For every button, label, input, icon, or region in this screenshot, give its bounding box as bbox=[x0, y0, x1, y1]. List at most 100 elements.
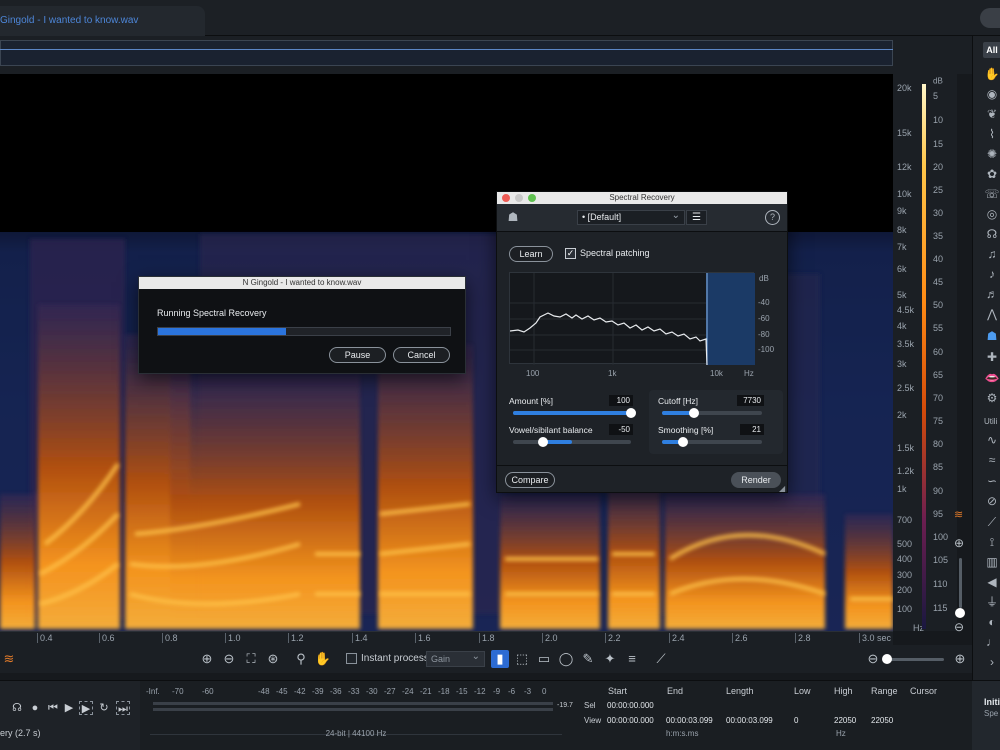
phase-icon[interactable]: ◐ bbox=[984, 614, 1000, 630]
view-end-value[interactable]: 00:00:03.099 bbox=[666, 716, 713, 725]
waveform-overview[interactable] bbox=[0, 36, 972, 74]
zoom-in-icon[interactable]: ⊕ bbox=[954, 536, 964, 550]
gain-icon[interactable]: ⟟ bbox=[984, 534, 1000, 550]
close-window-button[interactable] bbox=[502, 194, 510, 202]
guitar-de-noise-icon[interactable]: ♫ bbox=[984, 246, 1000, 262]
render-button[interactable]: Render bbox=[731, 472, 781, 488]
window-control-button[interactable] bbox=[980, 8, 1000, 28]
waveform-spectrogram-toggle-icon[interactable]: ≋ bbox=[0, 650, 18, 668]
low-value[interactable]: 0 bbox=[794, 716, 798, 725]
zoom-out-icon[interactable]: ⊖ bbox=[954, 620, 964, 634]
zoom-to-selection-icon[interactable]: ⛶ bbox=[242, 650, 260, 668]
pitch-icon[interactable]: ♩ bbox=[984, 634, 1000, 650]
horizontal-zoom-thumb[interactable] bbox=[882, 654, 892, 664]
cutoff-slider-thumb[interactable] bbox=[689, 408, 699, 418]
cutoff-value[interactable]: 7730 bbox=[737, 395, 764, 406]
spectral-recovery-icon[interactable]: ☗ bbox=[984, 328, 1000, 344]
range-value[interactable]: 22050 bbox=[871, 716, 893, 725]
preset-select[interactable]: • [Default] bbox=[577, 210, 685, 225]
instant-process-line-icon[interactable]: ⟋ bbox=[652, 650, 670, 668]
loudness-icon[interactable]: ◀ bbox=[984, 574, 1000, 590]
de-ess-icon[interactable]: ✿ bbox=[984, 166, 1000, 182]
magic-wand-icon[interactable]: ✦ bbox=[601, 650, 619, 668]
horizontal-zoom-slider[interactable] bbox=[886, 658, 944, 661]
skip-to-start-icon[interactable]: ⏮ bbox=[46, 701, 60, 715]
lasso-tool-icon[interactable]: ◯ bbox=[557, 650, 575, 668]
time-selection-tool-icon[interactable]: ▮ bbox=[491, 650, 509, 668]
ambience-match-icon[interactable]: ∿ bbox=[984, 432, 1000, 448]
voice-de-noise-icon[interactable]: 👄 bbox=[984, 370, 1000, 386]
horizontal-zoom-out-icon[interactable]: ⊖ bbox=[864, 650, 882, 668]
zoom-in-icon[interactable]: ⊕ bbox=[198, 650, 216, 668]
learn-button[interactable]: Learn bbox=[509, 246, 553, 262]
cancel-button[interactable]: Cancel bbox=[393, 347, 450, 363]
pause-button[interactable]: Pause bbox=[329, 347, 386, 363]
fade-icon[interactable]: ⟋ bbox=[984, 514, 1000, 530]
loop-icon[interactable]: ↻ bbox=[97, 701, 111, 715]
vowel-balance-slider-thumb[interactable] bbox=[537, 437, 548, 447]
cutoff-slider[interactable] bbox=[662, 408, 762, 418]
help-button[interactable]: ? bbox=[765, 210, 780, 225]
smoothing-slider-thumb[interactable] bbox=[678, 437, 688, 447]
frequency-selection-tool-icon[interactable]: ⬚ bbox=[513, 650, 531, 668]
play-icon[interactable]: ▶ bbox=[62, 701, 76, 715]
vertical-zoom-slider[interactable] bbox=[959, 558, 962, 608]
horizontal-zoom-in-icon[interactable]: ⊕ bbox=[951, 650, 969, 668]
spectral-repair-icon[interactable]: ✚ bbox=[984, 349, 1000, 365]
de-crackle-icon[interactable]: ❦ bbox=[984, 106, 1000, 122]
de-hum-icon[interactable]: ✺ bbox=[984, 146, 1000, 162]
spectrogram-settings-icon[interactable]: ≋ bbox=[954, 508, 963, 521]
spectral-patching-checkbox[interactable]: ✓ bbox=[565, 248, 576, 259]
play-selection-icon[interactable]: ▶ bbox=[79, 701, 93, 715]
breath-control-icon[interactable]: ✋ bbox=[984, 66, 1000, 82]
de-reverb-icon[interactable]: ◎ bbox=[984, 206, 1000, 222]
leveler-icon[interactable]: ▥ bbox=[984, 554, 1000, 570]
zoom-out-icon[interactable]: ⊖ bbox=[220, 650, 238, 668]
brush-tool-icon[interactable]: ✎ bbox=[579, 650, 597, 668]
mixing-icon[interactable]: ⏚ bbox=[984, 594, 1000, 610]
record-icon[interactable]: ● bbox=[28, 701, 42, 715]
magnify-tool-icon[interactable]: ⚲ bbox=[292, 650, 310, 668]
file-tab[interactable]: Gingold - I wanted to know.wav bbox=[0, 6, 205, 36]
vowel-balance-value[interactable]: -50 bbox=[609, 424, 633, 435]
azimuth-icon[interactable]: ≈ bbox=[984, 452, 1000, 468]
initial-state-panel[interactable]: Initi Spe bbox=[972, 681, 1000, 750]
hand-tool-icon[interactable]: ✋ bbox=[314, 650, 332, 668]
spectral-de-noise-icon[interactable]: ⋀ bbox=[984, 306, 1000, 322]
expand-panel-icon[interactable]: › bbox=[984, 654, 1000, 670]
resize-grip-icon[interactable]: ◢ bbox=[779, 484, 785, 493]
smoothing-slider[interactable] bbox=[662, 437, 762, 447]
mouth-de-click-icon[interactable]: ♪ bbox=[984, 266, 1000, 282]
amount-slider-thumb[interactable] bbox=[626, 408, 636, 418]
wind-icon[interactable]: ⚙ bbox=[984, 390, 1000, 406]
preset-menu-button[interactable]: ☰ bbox=[686, 210, 707, 225]
compare-button[interactable]: Compare bbox=[505, 472, 555, 488]
module-filter-all[interactable]: All bbox=[983, 42, 1000, 58]
instant-process-mode-select[interactable]: Gain bbox=[426, 651, 485, 667]
dialogue-isolate-icon[interactable]: ☊ bbox=[984, 226, 1000, 242]
skip-to-end-icon[interactable]: ⏭ bbox=[116, 701, 130, 715]
de-plosive-icon[interactable]: ☏ bbox=[984, 186, 1000, 202]
eq-match-icon[interactable]: ⊘ bbox=[984, 493, 1000, 509]
zoom-to-fit-icon[interactable]: ⊛ bbox=[264, 650, 282, 668]
eq-icon[interactable]: ∽ bbox=[984, 473, 1000, 489]
time-frequency-selection-tool-icon[interactable]: ▭ bbox=[535, 650, 553, 668]
spectrum-graph[interactable] bbox=[509, 272, 755, 365]
maximize-window-button[interactable] bbox=[528, 194, 536, 202]
high-value[interactable]: 22050 bbox=[834, 716, 856, 725]
monitor-headphones-icon[interactable]: ☊ bbox=[10, 701, 24, 715]
vowel-balance-slider[interactable] bbox=[513, 437, 631, 447]
de-click-icon[interactable]: ◉ bbox=[984, 86, 1000, 102]
minimize-window-button[interactable] bbox=[515, 194, 523, 202]
overview-track[interactable] bbox=[0, 40, 893, 66]
smoothing-value[interactable]: 21 bbox=[740, 424, 764, 435]
harmonic-selection-icon[interactable]: ≡ bbox=[623, 650, 641, 668]
de-clip-icon[interactable]: ⌇ bbox=[984, 126, 1000, 142]
time-axis[interactable]: 0.4 0.6 0.8 1.0 1.2 1.4 1.6 1.8 2.0 2.2 … bbox=[0, 631, 893, 645]
view-start-value[interactable]: 00:00:00.000 bbox=[607, 716, 654, 725]
view-length-value[interactable]: 00:00:03.099 bbox=[726, 716, 773, 725]
amount-value[interactable]: 100 bbox=[609, 395, 633, 406]
sel-start-value[interactable]: 00:00:00.000 bbox=[607, 701, 654, 710]
instant-process-checkbox[interactable] bbox=[346, 653, 357, 664]
vertical-zoom-thumb[interactable] bbox=[955, 608, 965, 618]
